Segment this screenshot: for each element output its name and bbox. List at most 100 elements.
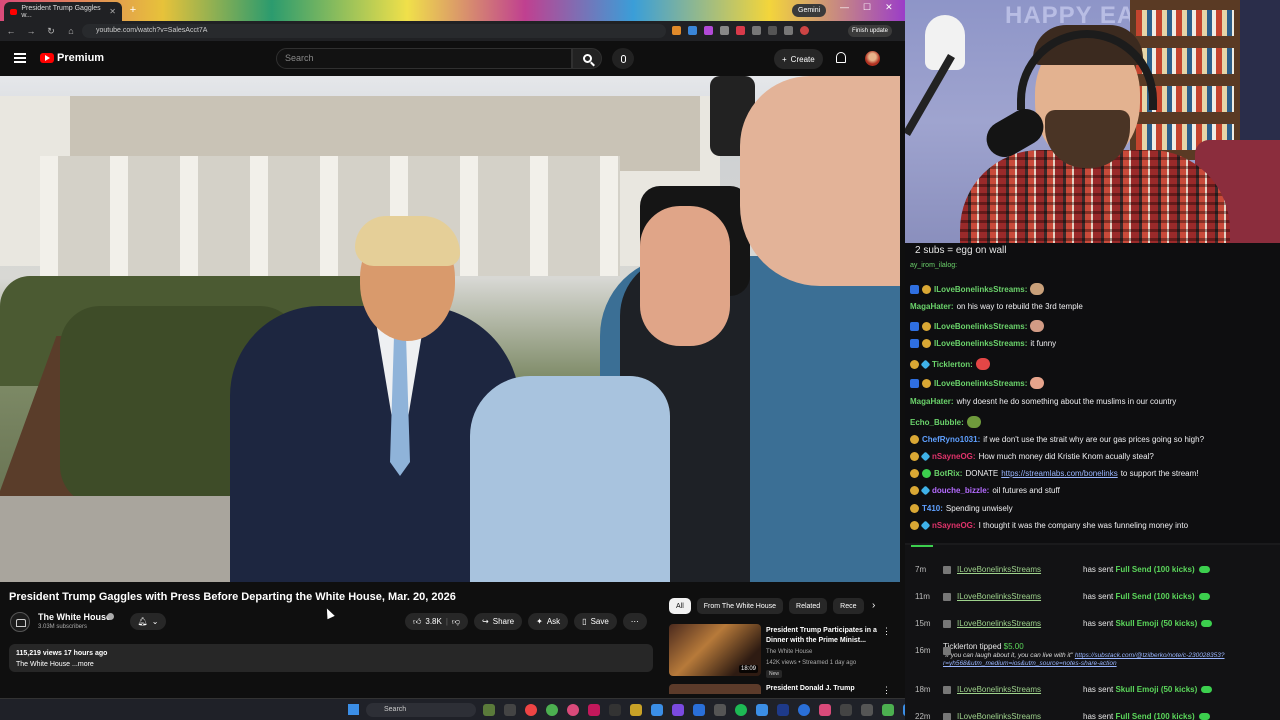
app-icon[interactable] — [777, 704, 789, 716]
app-icon[interactable] — [840, 704, 852, 716]
channel-name[interactable]: The White House — [38, 612, 111, 622]
account-avatar[interactable] — [865, 51, 880, 66]
event-user[interactable]: ILoveBonelinksStreams — [957, 565, 1041, 574]
home-icon[interactable]: ⌂ — [66, 26, 76, 36]
event-user[interactable]: ILoveBonelinksStreams — [957, 619, 1041, 628]
recommendation-title[interactable]: President Donald J. Trump — [766, 685, 855, 692]
chat-username[interactable]: nSayneOG: — [932, 521, 976, 530]
search-input[interactable]: Search — [276, 48, 572, 69]
close-tab-icon[interactable]: ✕ — [109, 7, 116, 16]
voice-search-button[interactable] — [612, 48, 634, 69]
chat-username[interactable]: Echo_Bubble: — [910, 418, 964, 427]
more-icon[interactable]: ⋮ — [882, 685, 891, 696]
address-bar[interactable]: youtube.com/watch?v=SalesAcct7A — [82, 24, 666, 38]
back-icon[interactable]: ← — [6, 26, 16, 36]
like-button[interactable]: 👍︎ 3.8K | 👎︎ — [405, 613, 469, 630]
event-user[interactable]: ILoveBonelinksStreams — [957, 712, 1041, 720]
app-icon[interactable] — [798, 704, 810, 716]
chat-text: I thought it was the company she was fun… — [978, 521, 1189, 530]
app-icon[interactable] — [567, 704, 579, 716]
search-button[interactable] — [572, 48, 602, 69]
chat-link[interactable]: https://streamlabs.com/bonelinks — [1001, 469, 1118, 478]
chat-username[interactable]: ILoveBonelinksStreams: — [934, 379, 1027, 388]
youtube-logo-icon[interactable] — [40, 53, 54, 63]
chat-username[interactable]: ILoveBonelinksStreams: — [934, 339, 1027, 348]
chevron-right-icon[interactable]: › — [872, 600, 875, 611]
extension-icon[interactable] — [768, 26, 777, 35]
taskbar-search[interactable]: Search — [366, 703, 476, 717]
chat-username[interactable]: MagaHater: — [910, 302, 954, 311]
save-button[interactable]: ▯ Save — [574, 613, 617, 630]
more-icon[interactable]: ⋮ — [882, 626, 891, 637]
menu-icon[interactable] — [14, 53, 26, 63]
app-icon[interactable] — [861, 704, 873, 716]
finish-update-button[interactable]: Finish update — [848, 25, 893, 37]
share-button[interactable]: ↪ Share — [474, 613, 523, 630]
video-player[interactable] — [0, 76, 900, 582]
chat-username[interactable]: Ticklerton: — [932, 360, 973, 369]
folder-icon[interactable] — [630, 704, 642, 716]
chat-username[interactable]: ILoveBonelinksStreams: — [934, 285, 1027, 294]
extension-icon[interactable] — [784, 26, 793, 35]
chat-username[interactable]: T410: — [922, 504, 943, 513]
chip-from-channel[interactable]: From The White House — [696, 598, 784, 614]
chip-recent[interactable]: Rece — [833, 598, 864, 614]
extension-icon[interactable] — [720, 26, 729, 35]
notifications-bell-icon[interactable] — [836, 52, 846, 63]
chat-username[interactable]: douche_bizzle: — [932, 486, 989, 495]
close-window-icon[interactable]: ✕ — [885, 2, 893, 13]
description-box[interactable]: 115,219 views 17 hours ago The White Hou… — [9, 644, 653, 672]
app-icon[interactable] — [525, 704, 537, 716]
chrome-icon[interactable] — [546, 704, 558, 716]
recommendation-title[interactable]: President Trump Participates in a Dinner… — [766, 626, 878, 646]
browser-tab-active[interactable]: President Trump Gaggles w... ✕ — [4, 2, 122, 21]
recommendation-channel[interactable]: The White House — [766, 649, 812, 655]
chat-username[interactable]: BotRix: — [934, 469, 962, 478]
app-icon[interactable] — [651, 704, 663, 716]
chat-message: MagaHater: on his way to rebuild the 3rd … — [910, 302, 1083, 311]
forward-icon[interactable]: → — [26, 26, 36, 36]
minimize-icon[interactable]: — — [840, 2, 849, 13]
chat-username[interactable]: nSayneOG: — [932, 452, 976, 461]
new-tab-icon[interactable]: + — [127, 4, 139, 16]
app-icon[interactable] — [882, 704, 894, 716]
recommendation-thumbnail[interactable] — [669, 684, 761, 694]
event-user[interactable]: ILoveBonelinksStreams — [957, 592, 1041, 601]
youtube-brand[interactable]: Premium — [57, 52, 104, 64]
app-icon[interactable] — [819, 704, 831, 716]
task-view-icon[interactable] — [504, 704, 516, 716]
create-button[interactable]: + Create — [774, 49, 823, 69]
reload-icon[interactable]: ↻ — [46, 26, 56, 37]
thumbs-down-icon[interactable]: 👎︎ — [452, 617, 460, 627]
app-icon[interactable] — [693, 704, 705, 716]
chip-all[interactable]: All — [669, 598, 691, 614]
windows-start-icon[interactable] — [348, 704, 359, 715]
app-icon[interactable] — [714, 704, 726, 716]
chat-username[interactable]: ChefRyno1031: — [922, 435, 980, 444]
channel-avatar[interactable] — [10, 612, 30, 632]
chat-username[interactable]: ILoveBonelinksStreams: — [934, 322, 1027, 331]
profile-icon[interactable] — [800, 26, 809, 35]
app-icon[interactable] — [756, 704, 768, 716]
event-user[interactable]: ILoveBonelinksStreams — [957, 685, 1041, 694]
ask-button[interactable]: ✦ Ask — [528, 613, 569, 630]
chat-username[interactable]: MagaHater: — [910, 397, 954, 406]
gemini-button[interactable]: Gemini — [792, 4, 827, 17]
chip-related[interactable]: Related — [789, 598, 828, 614]
app-icon[interactable] — [609, 704, 621, 716]
extension-icon[interactable] — [672, 26, 681, 35]
more-actions-button[interactable]: ⋯ — [622, 613, 647, 630]
spotify-icon[interactable] — [735, 704, 747, 716]
extension-icon[interactable] — [736, 26, 745, 35]
subscription-bell-button[interactable]: 🔔︎ ⌄ — [130, 613, 166, 630]
gift-icon — [943, 647, 951, 655]
app-icon[interactable] — [588, 704, 600, 716]
extension-icon[interactable] — [688, 26, 697, 35]
extension-icon[interactable] — [752, 26, 761, 35]
maximize-icon[interactable]: ☐ — [863, 2, 871, 13]
extension-icon[interactable] — [704, 26, 713, 35]
weather-icon[interactable] — [483, 704, 495, 716]
app-icon[interactable] — [672, 704, 684, 716]
recommendation-thumbnail[interactable]: 18:09 — [669, 624, 761, 676]
more-link[interactable]: ...more — [72, 661, 94, 668]
